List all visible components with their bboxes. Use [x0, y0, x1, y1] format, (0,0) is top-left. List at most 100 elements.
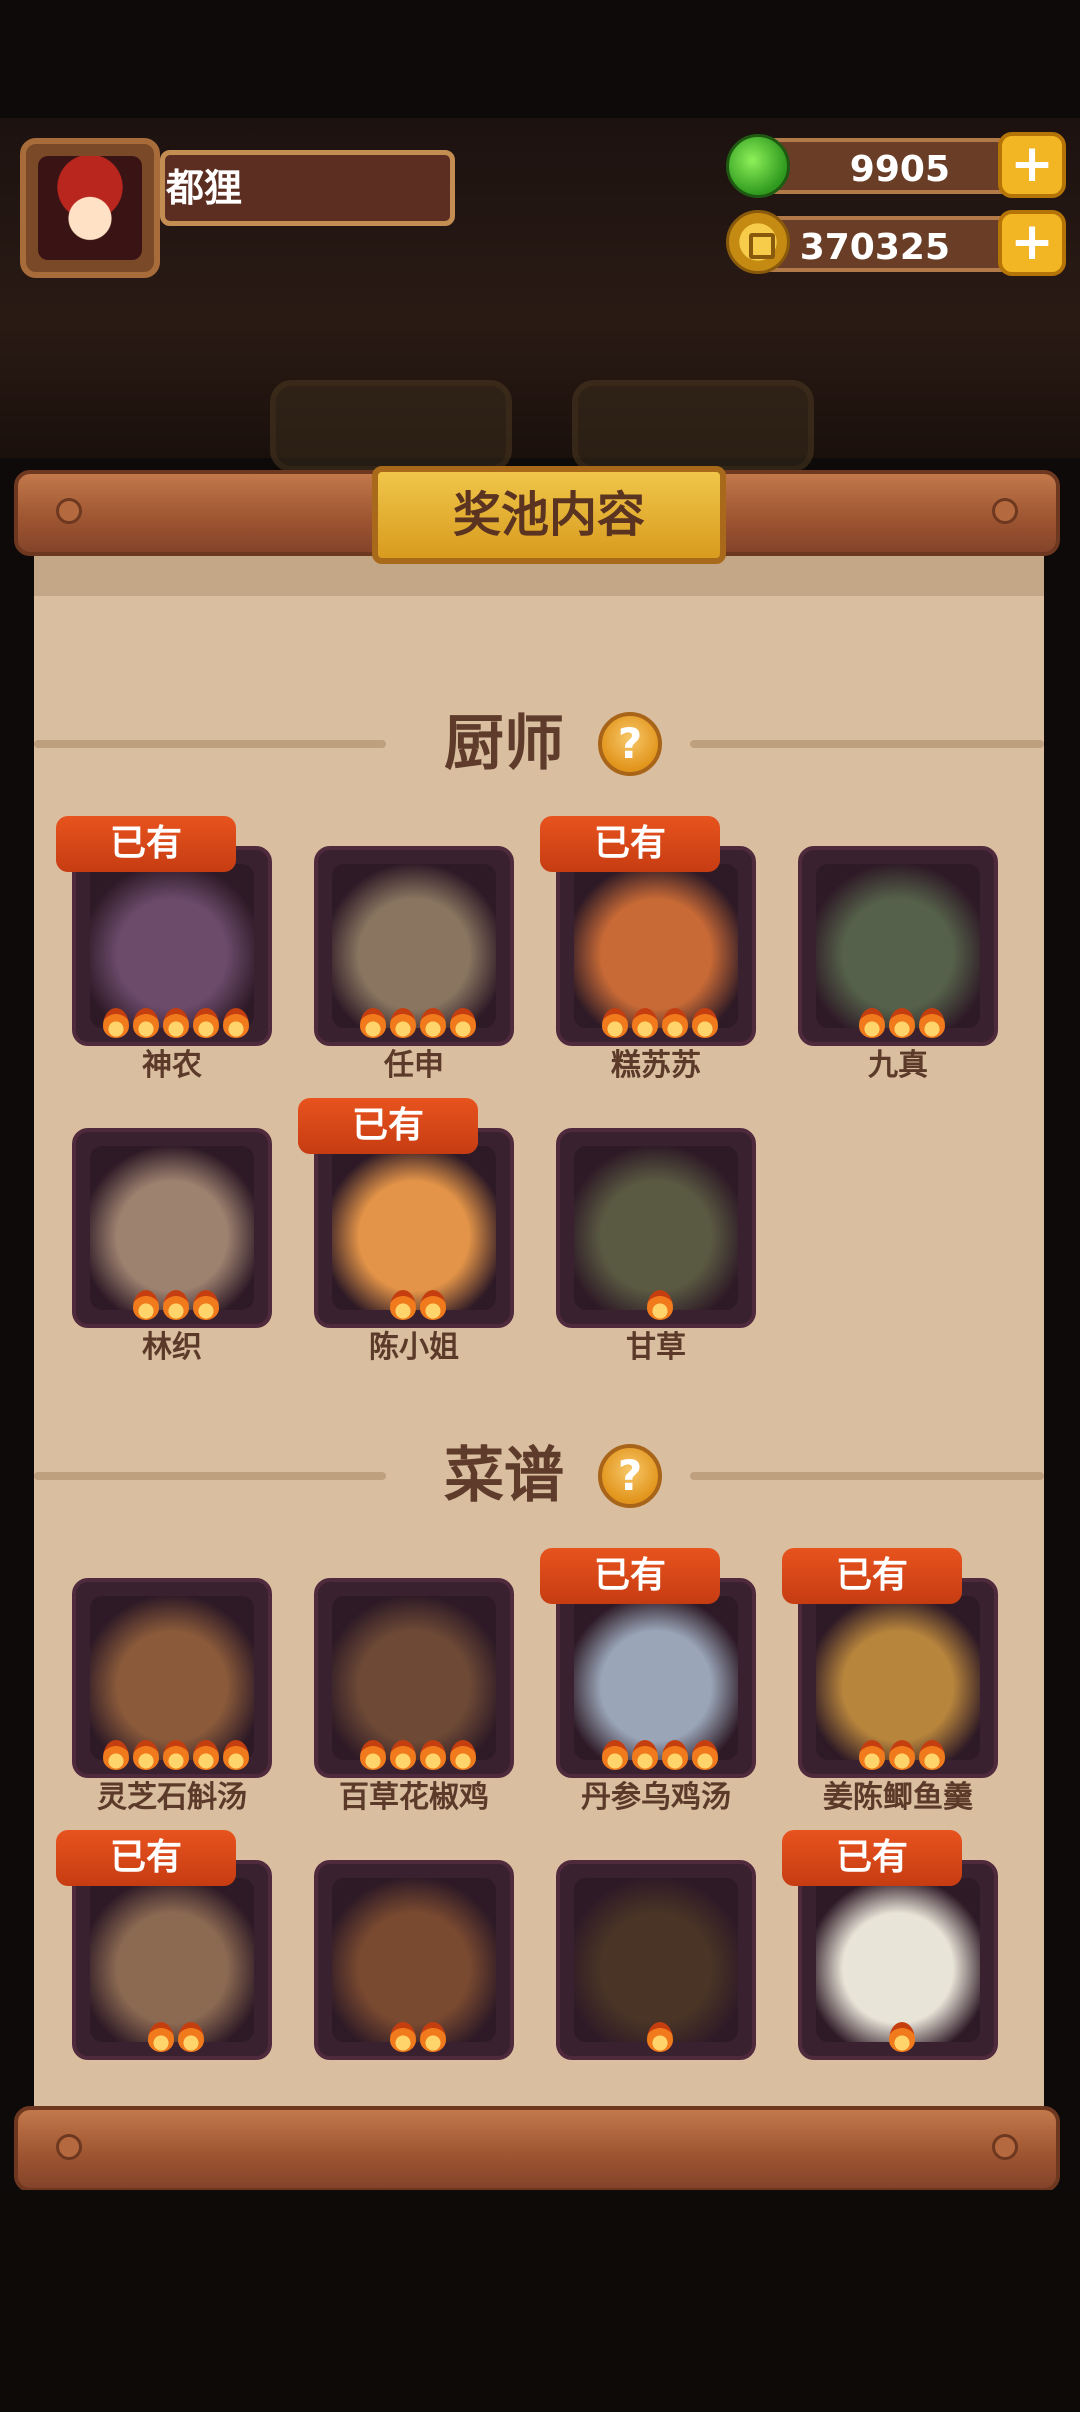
recipe-card[interactable]: 灵芝石斛汤 [72, 1578, 272, 1815]
flame-star-icon [133, 1740, 159, 1770]
rarity-stars [76, 1008, 268, 1038]
flame-star-icon [859, 1740, 885, 1770]
owned-badge: 已有 [782, 1830, 962, 1886]
dish-image [556, 1578, 756, 1778]
card-name: 百草花椒鸡 [339, 1780, 489, 1815]
card-artwork [332, 1596, 496, 1760]
flame-star-icon [193, 1290, 219, 1320]
flame-star-icon [390, 1290, 416, 1320]
help-icon[interactable]: ? [598, 1444, 662, 1508]
card-artwork [90, 864, 254, 1028]
rarity-stars [76, 1740, 268, 1770]
section-header: 菜谱? [34, 1438, 1044, 1514]
flame-star-icon [360, 1740, 386, 1770]
recipe-card[interactable]: 已有 [782, 1830, 998, 2060]
flame-star-icon [163, 1290, 189, 1320]
chef-card[interactable]: 甘草 [556, 1128, 756, 1365]
chef-card[interactable]: 已有 糕苏苏 [540, 816, 756, 1083]
card-name: 林织 [142, 1330, 202, 1365]
dish-image [556, 1860, 756, 2060]
chef-card[interactable]: 已有 神农 [56, 816, 272, 1083]
flame-star-icon [692, 1740, 718, 1770]
flame-star-icon [133, 1290, 159, 1320]
player-avatar-button[interactable] [20, 138, 160, 278]
chef-card[interactable]: 林织 [72, 1128, 272, 1365]
flame-star-icon [632, 1008, 658, 1038]
flame-star-icon [390, 1740, 416, 1770]
flame-star-icon [133, 1008, 159, 1038]
chef-portrait [72, 1128, 272, 1328]
flame-star-icon [223, 1740, 249, 1770]
owned-badge: 已有 [782, 1548, 962, 1604]
add-coins-button[interactable]: + [998, 210, 1066, 276]
flame-star-icon [163, 1740, 189, 1770]
flame-star-icon [193, 1740, 219, 1770]
dish-image [798, 1578, 998, 1778]
rarity-stars [76, 1290, 268, 1320]
flame-star-icon [662, 1008, 688, 1038]
flame-star-icon [193, 1008, 219, 1038]
section-divider-left [34, 1472, 386, 1480]
card-artwork [816, 864, 980, 1028]
chef-card[interactable]: 九真 [798, 846, 998, 1083]
flame-star-icon [647, 2022, 673, 2052]
gem-icon [726, 134, 790, 198]
flame-star-icon [390, 1008, 416, 1038]
card-artwork [574, 1596, 738, 1760]
scroll-rod-bottom [14, 2106, 1060, 2192]
help-icon[interactable]: ? [598, 712, 662, 776]
card-name: 九真 [868, 1048, 928, 1083]
add-gems-button[interactable]: + [998, 132, 1066, 198]
recipe-card[interactable]: 百草花椒鸡 [314, 1578, 514, 1815]
card-artwork [332, 1878, 496, 2042]
flame-star-icon [919, 1740, 945, 1770]
card-artwork [90, 1596, 254, 1760]
rarity-stars [560, 2022, 752, 2052]
flame-star-icon [163, 1008, 189, 1038]
flame-star-icon [692, 1008, 718, 1038]
recipe-card[interactable]: 已有 [56, 1830, 272, 2060]
player-name: 都狸 [166, 166, 243, 210]
rarity-stars [560, 1740, 752, 1770]
recipe-card[interactable] [314, 1860, 514, 2060]
flame-star-icon [178, 2022, 204, 2052]
chef-portrait [314, 846, 514, 1046]
owned-badge: 已有 [56, 1830, 236, 1886]
rarity-stars [318, 1290, 510, 1320]
card-name: 陈小姐 [369, 1330, 459, 1365]
chef-card[interactable]: 任申 [314, 846, 514, 1083]
dish-image [798, 1860, 998, 2060]
rarity-stars [802, 1008, 994, 1038]
card-name: 丹参乌鸡汤 [581, 1780, 731, 1815]
recipe-card[interactable]: 已有 姜陈鲫鱼羹 [782, 1548, 998, 1815]
chef-portrait [556, 1128, 756, 1328]
panel-title: 奖池内容 [372, 466, 726, 564]
flame-star-icon [889, 1740, 915, 1770]
prize-pool-panel[interactable]: 厨师? 已有 神农 任申 已有 糕苏苏 九真 林织 已有 陈小姐 甘草 菜谱? 灵芝石斛汤 百草花椒鸡 已有… [34, 550, 1044, 2110]
flame-star-icon [647, 1290, 673, 1320]
card-name: 灵芝石斛汤 [97, 1780, 247, 1815]
flame-star-icon [889, 1008, 915, 1038]
flame-star-icon [420, 2022, 446, 2052]
flame-star-icon [420, 1740, 446, 1770]
flame-star-icon [450, 1740, 476, 1770]
recipe-card[interactable]: 已有丹参乌鸡汤 [540, 1548, 756, 1815]
chef-card[interactable]: 已有 陈小姐 [298, 1098, 514, 1365]
card-artwork [90, 1878, 254, 2042]
card-artwork [816, 1878, 980, 2042]
card-artwork [574, 1146, 738, 1310]
chef-portrait [72, 846, 272, 1046]
flame-star-icon [632, 1740, 658, 1770]
rarity-stars [560, 1008, 752, 1038]
section-header: 厨师? [34, 706, 1044, 782]
dish-image [72, 1578, 272, 1778]
chef-portrait [556, 846, 756, 1046]
coin-value: 370325 [799, 227, 950, 268]
flame-star-icon [420, 1008, 446, 1038]
recipe-card[interactable] [556, 1860, 756, 2060]
flame-star-icon [103, 1740, 129, 1770]
gem-value: 9905 [849, 149, 950, 190]
owned-badge: 已有 [540, 1548, 720, 1604]
card-name: 甘草 [626, 1330, 686, 1365]
section-title: 厨师 [444, 709, 564, 779]
